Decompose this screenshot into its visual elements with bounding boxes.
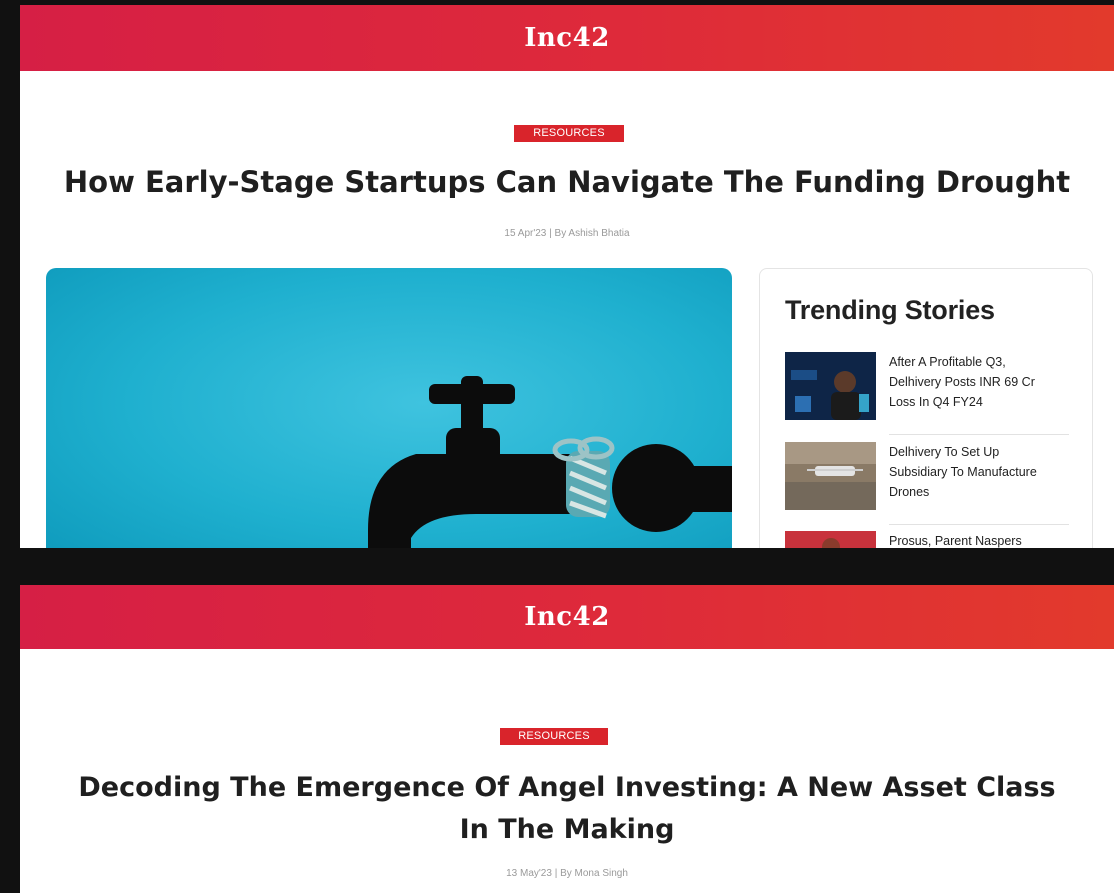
story-thumbnail[interactable] xyxy=(785,352,876,420)
trending-story[interactable]: After A Profitable Q3, Delhivery Posts I… xyxy=(785,352,1069,424)
story-divider xyxy=(889,524,1069,525)
site-logo[interactable]: Inc42 xyxy=(524,23,610,53)
water-tap-icon xyxy=(368,376,732,548)
article-title: How Early-Stage Startups Can Navigate Th… xyxy=(63,165,1071,199)
story-headline[interactable]: Delhivery To Set Up Subsidiary To Manufa… xyxy=(889,442,1059,502)
article-meta: 13 May'23 | By Mona Singh xyxy=(506,868,628,879)
site-header: Inc42 xyxy=(20,585,1114,649)
article-screenshot-bottom: Inc42 RESOURCES Decoding The Emergence O… xyxy=(20,585,1114,893)
trending-heading: Trending Stories xyxy=(785,295,995,325)
article-meta: 15 Apr'23 | By Ashish Bhatia xyxy=(504,228,630,239)
category-badge[interactable]: RESOURCES xyxy=(514,125,624,142)
trending-sidebar: Trending Stories After A Profitable Q3, … xyxy=(759,268,1093,548)
story-divider xyxy=(889,434,1069,435)
story-thumbnail[interactable] xyxy=(785,442,876,510)
article-hero-image xyxy=(46,268,732,548)
trending-story[interactable]: Prosus, Parent Naspers xyxy=(785,531,1069,548)
story-headline[interactable]: After A Profitable Q3, Delhivery Posts I… xyxy=(889,352,1059,412)
site-header: Inc42 xyxy=(20,5,1114,71)
article-screenshot-top: Inc42 RESOURCES How Early-Stage Startups… xyxy=(20,5,1114,548)
story-headline[interactable]: Prosus, Parent Naspers xyxy=(889,531,1059,548)
site-logo[interactable]: Inc42 xyxy=(524,602,610,632)
trending-story[interactable]: Delhivery To Set Up Subsidiary To Manufa… xyxy=(785,442,1069,514)
article-title-line: In The Making xyxy=(459,814,675,845)
article-title: Decoding The Emergence Of Angel Investin… xyxy=(20,767,1114,851)
article-title-line: Decoding The Emergence Of Angel Investin… xyxy=(78,772,1056,803)
story-thumbnail[interactable] xyxy=(785,531,876,548)
category-badge[interactable]: RESOURCES xyxy=(500,728,608,745)
